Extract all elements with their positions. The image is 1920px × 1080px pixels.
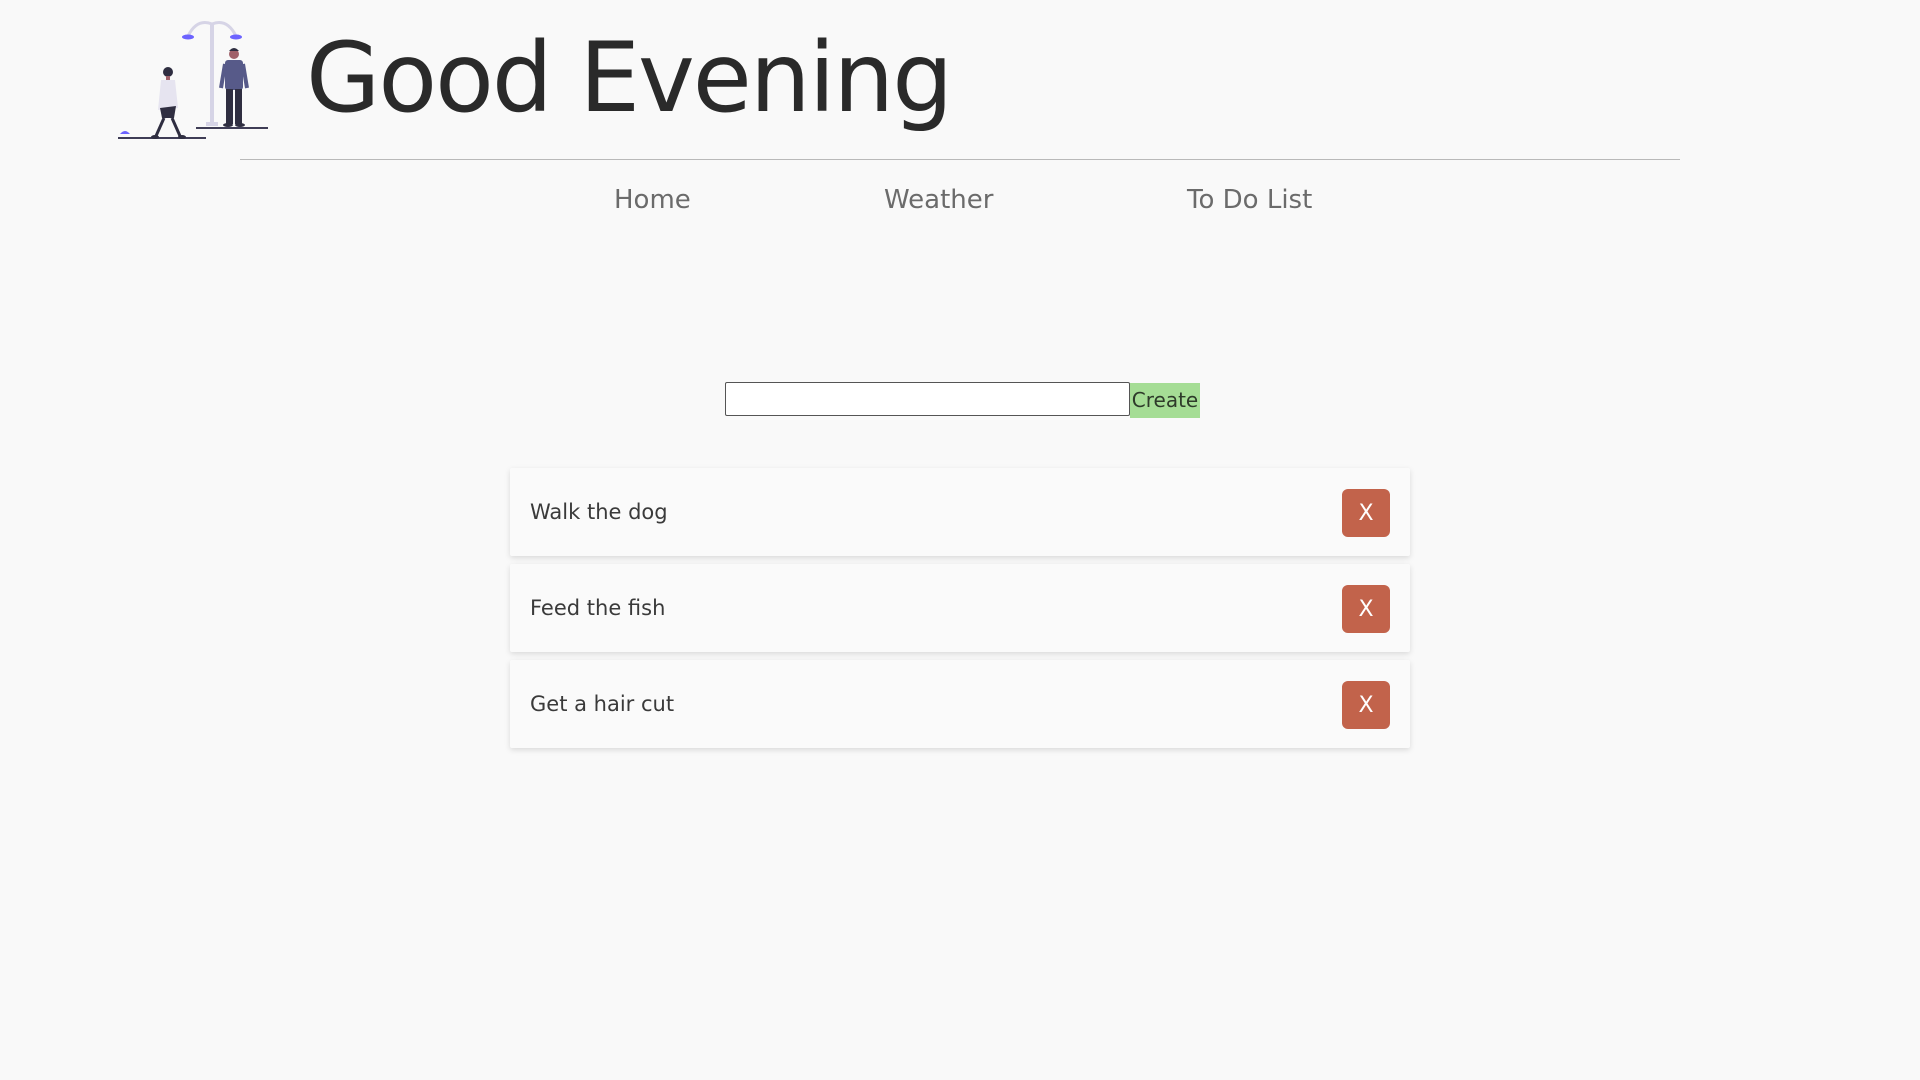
todo-item: Get a hair cut X (510, 660, 1410, 748)
greeting-title: Good Evening (306, 22, 953, 134)
todo-item: Walk the dog X (510, 468, 1410, 556)
nav-link-to-do-list[interactable]: To Do List (1187, 180, 1312, 220)
new-task-input[interactable] (725, 382, 1130, 416)
todo-item: Feed the fish X (510, 564, 1410, 652)
header: Good Evening (0, 0, 1920, 160)
delete-button[interactable]: X (1342, 585, 1390, 633)
delete-button[interactable]: X (1342, 489, 1390, 537)
todo-list: Walk the dog X Feed the fish X Get a hai… (510, 468, 1410, 756)
todo-item-text: Feed the fish (530, 596, 666, 620)
todo-item-text: Get a hair cut (530, 692, 675, 716)
people-walking-illustration (118, 21, 268, 139)
page: Good Evening Home Weather To Do List Cre… (0, 0, 1920, 1080)
delete-button[interactable]: X (1342, 681, 1390, 729)
nav-link-home[interactable]: Home (614, 180, 691, 220)
nav-link-weather[interactable]: Weather (884, 180, 993, 220)
header-divider (240, 159, 1680, 160)
todo-item-text: Walk the dog (530, 500, 668, 524)
create-task-form: Create (725, 382, 1200, 418)
main-nav: Home Weather To Do List (0, 180, 1920, 224)
create-button[interactable]: Create (1130, 382, 1200, 418)
